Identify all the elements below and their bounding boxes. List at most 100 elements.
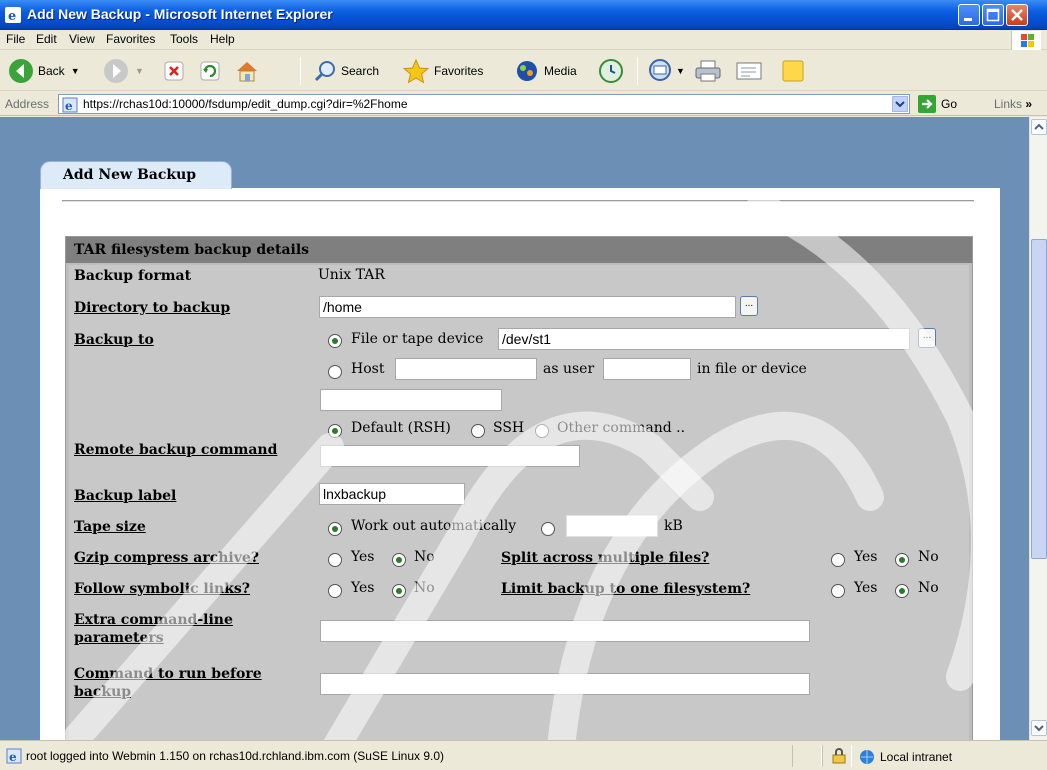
- onefs-no-option: No: [918, 580, 939, 596]
- address-dropdown-button[interactable]: [892, 96, 908, 112]
- address-input[interactable]: e https://rchas10d:10000/fsdump/edit_dum…: [58, 94, 910, 114]
- history-button[interactable]: [598, 55, 624, 87]
- split-yes-radio[interactable]: [831, 553, 845, 567]
- remote-default-radio[interactable]: [328, 424, 342, 438]
- mail-dropdown-icon[interactable]: ▼: [676, 66, 685, 76]
- home-button[interactable]: [234, 55, 260, 87]
- print-button[interactable]: [694, 55, 722, 87]
- address-label: Address: [5, 97, 50, 111]
- edit-button[interactable]: [734, 55, 764, 87]
- symlinks-label[interactable]: Follow symbolic links?: [74, 580, 250, 598]
- backup-form: TAR filesystem backup details Backup for…: [65, 236, 973, 740]
- back-arrow-icon: [9, 59, 33, 83]
- content-panel: TAR filesystem backup details Backup for…: [40, 188, 1000, 740]
- symlinks-no-option: No: [414, 580, 435, 596]
- remote-file-input[interactable]: [320, 389, 502, 411]
- extra-params-label[interactable]: Extra command-line parameters: [74, 611, 274, 647]
- tape-size-input[interactable]: [566, 515, 658, 537]
- host-input[interactable]: [395, 358, 537, 380]
- chevron-down-icon: [1034, 725, 1044, 732]
- media-button[interactable]: Media: [514, 55, 577, 87]
- menu-help[interactable]: Help: [210, 32, 235, 46]
- minimize-button[interactable]: [958, 4, 980, 26]
- onefs-yes-radio[interactable]: [831, 584, 845, 598]
- menu-view[interactable]: View: [69, 32, 95, 46]
- file-device-radio[interactable]: [328, 334, 342, 348]
- split-no-radio[interactable]: [895, 553, 909, 567]
- lock-icon: [832, 748, 846, 764]
- mail-button[interactable]: ▼: [648, 55, 685, 87]
- split-yes-option: Yes: [854, 549, 878, 565]
- remote-ssh-radio[interactable]: [471, 424, 485, 438]
- gzip-yes-option: Yes: [351, 549, 375, 565]
- search-button[interactable]: Search: [313, 55, 379, 87]
- menu-favorites[interactable]: Favorites: [106, 32, 155, 46]
- split-label[interactable]: Split across multiple files?: [501, 549, 709, 567]
- vertical-scrollbar[interactable]: [1029, 117, 1047, 740]
- gzip-yes-radio[interactable]: [328, 553, 342, 567]
- backup-label-label[interactable]: Backup label: [74, 487, 176, 505]
- forward-button[interactable]: ▼: [103, 55, 144, 87]
- notes-button[interactable]: [780, 55, 806, 87]
- scroll-up-button[interactable]: [1031, 119, 1047, 135]
- back-dropdown-icon[interactable]: ▼: [71, 66, 80, 76]
- tape-size-label[interactable]: Tape size: [74, 518, 146, 536]
- gzip-label[interactable]: Gzip compress archive?: [74, 549, 259, 567]
- host-radio[interactable]: [328, 365, 342, 379]
- file-device-input[interactable]: /dev/st1: [498, 328, 910, 350]
- favorites-button[interactable]: Favorites: [402, 55, 483, 87]
- directory-label[interactable]: Directory to backup: [74, 299, 230, 317]
- command-before-label[interactable]: Command to run before backup: [74, 665, 274, 701]
- ie-icon: e: [5, 7, 21, 23]
- tape-auto-radio[interactable]: [328, 522, 342, 536]
- edit-page-icon: [736, 62, 762, 80]
- history-icon: [599, 59, 623, 83]
- scroll-down-button[interactable]: [1031, 720, 1047, 736]
- tape-manual-radio[interactable]: [541, 522, 555, 536]
- tab-add-new-backup[interactable]: Add New Backup: [40, 161, 232, 189]
- symlinks-yes-radio[interactable]: [328, 584, 342, 598]
- chevron-up-icon: [1034, 123, 1044, 130]
- svg-text:e: e: [9, 750, 17, 764]
- close-button[interactable]: [1006, 4, 1028, 26]
- as-user-label: as user: [543, 361, 595, 377]
- menu-file[interactable]: File: [6, 32, 25, 46]
- gzip-no-radio[interactable]: [392, 553, 406, 567]
- page-status-icon: e: [6, 748, 22, 764]
- toolbar-separator: [637, 57, 638, 85]
- svg-text:e: e: [65, 99, 73, 113]
- command-before-input[interactable]: [320, 673, 810, 695]
- remote-command-label[interactable]: Remote backup command: [74, 441, 277, 459]
- menu-edit[interactable]: Edit: [36, 32, 57, 46]
- user-input[interactable]: [603, 358, 691, 380]
- backup-to-label[interactable]: Backup to: [74, 331, 154, 349]
- go-button[interactable]: Go: [918, 95, 957, 113]
- status-pane: [822, 745, 852, 767]
- links-button[interactable]: Links »: [994, 97, 1032, 111]
- stop-button[interactable]: [163, 55, 185, 87]
- toolbar: Back ▼ ▼ Search Favorites Media ▼: [0, 51, 1047, 91]
- file-device-browse-button[interactable]: ...: [918, 328, 936, 348]
- split-no-option: No: [918, 549, 939, 565]
- refresh-button[interactable]: [199, 55, 221, 87]
- symlinks-no-radio[interactable]: [392, 584, 406, 598]
- windows-logo-icon: [1011, 31, 1041, 50]
- host-option: Host: [351, 361, 385, 377]
- remote-other-radio[interactable]: [535, 424, 549, 438]
- backup-label-input[interactable]: lnxbackup: [319, 483, 465, 505]
- directory-input[interactable]: /home: [319, 296, 736, 318]
- scroll-thumb[interactable]: [1031, 239, 1047, 559]
- onefs-no-radio[interactable]: [895, 584, 909, 598]
- forward-dropdown-icon[interactable]: ▼: [135, 66, 144, 76]
- remote-command-input[interactable]: [320, 445, 580, 467]
- directory-browse-button[interactable]: ...: [740, 296, 758, 316]
- maximize-icon: [986, 8, 1000, 22]
- one-filesystem-label[interactable]: Limit backup to one filesystem?: [501, 580, 750, 598]
- menu-tools[interactable]: Tools: [170, 32, 198, 46]
- page-icon: e: [62, 97, 78, 113]
- address-bar: Address e https://rchas10d:10000/fsdump/…: [0, 92, 1047, 116]
- back-button[interactable]: Back ▼: [8, 55, 80, 87]
- tab-label: Add New Backup: [63, 167, 197, 183]
- extra-params-input[interactable]: [320, 620, 810, 642]
- maximize-button[interactable]: [982, 4, 1004, 26]
